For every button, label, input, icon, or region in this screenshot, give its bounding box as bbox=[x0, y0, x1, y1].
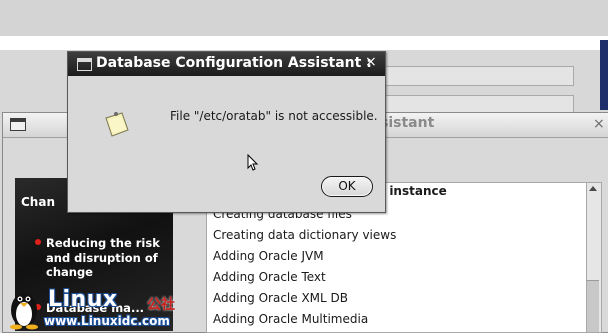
assistant-title: sistant bbox=[380, 115, 435, 131]
list-item: Adding Oracle XML DB bbox=[213, 291, 349, 305]
watermark-brand-cn: 公社 bbox=[147, 297, 175, 313]
desktop-background bbox=[600, 40, 608, 110]
current-step: e instance bbox=[377, 184, 447, 198]
banner-heading: Chan bbox=[21, 195, 55, 209]
list-item: Adding Oracle JVM bbox=[213, 249, 324, 263]
background-window bbox=[0, 0, 608, 37]
watermark-brand: Linux bbox=[48, 287, 118, 312]
dialog-title: Database Configuration Assistant : bbox=[96, 55, 372, 71]
scroll-up-arrow-icon[interactable] bbox=[589, 186, 597, 191]
scrollbar-thumb[interactable] bbox=[587, 280, 599, 332]
window-menu-icon[interactable] bbox=[10, 118, 26, 131]
tux-penguin-icon bbox=[10, 293, 38, 330]
watermark-url: www.Linuxidc.com bbox=[44, 314, 170, 328]
bullet-icon bbox=[35, 239, 41, 245]
background-window-band bbox=[0, 36, 608, 50]
sticky-note-icon bbox=[105, 112, 129, 137]
mouse-cursor-icon bbox=[247, 154, 259, 171]
window-menu-icon[interactable] bbox=[77, 58, 92, 71]
background-input-field bbox=[380, 66, 574, 86]
list-item: Creating data dictionary views bbox=[213, 228, 397, 242]
ok-button[interactable]: OK bbox=[321, 176, 373, 197]
close-icon[interactable]: × bbox=[593, 116, 605, 132]
list-item: Adding Oracle Text bbox=[213, 270, 326, 284]
close-icon[interactable]: × bbox=[365, 54, 377, 70]
dialog-message: File "/etc/oratab" is not accessible. bbox=[170, 109, 378, 123]
list-item: Adding Oracle Multimedia bbox=[213, 312, 369, 326]
banner-bullet-text: Reducing the risk and disruption of chan… bbox=[46, 236, 160, 279]
